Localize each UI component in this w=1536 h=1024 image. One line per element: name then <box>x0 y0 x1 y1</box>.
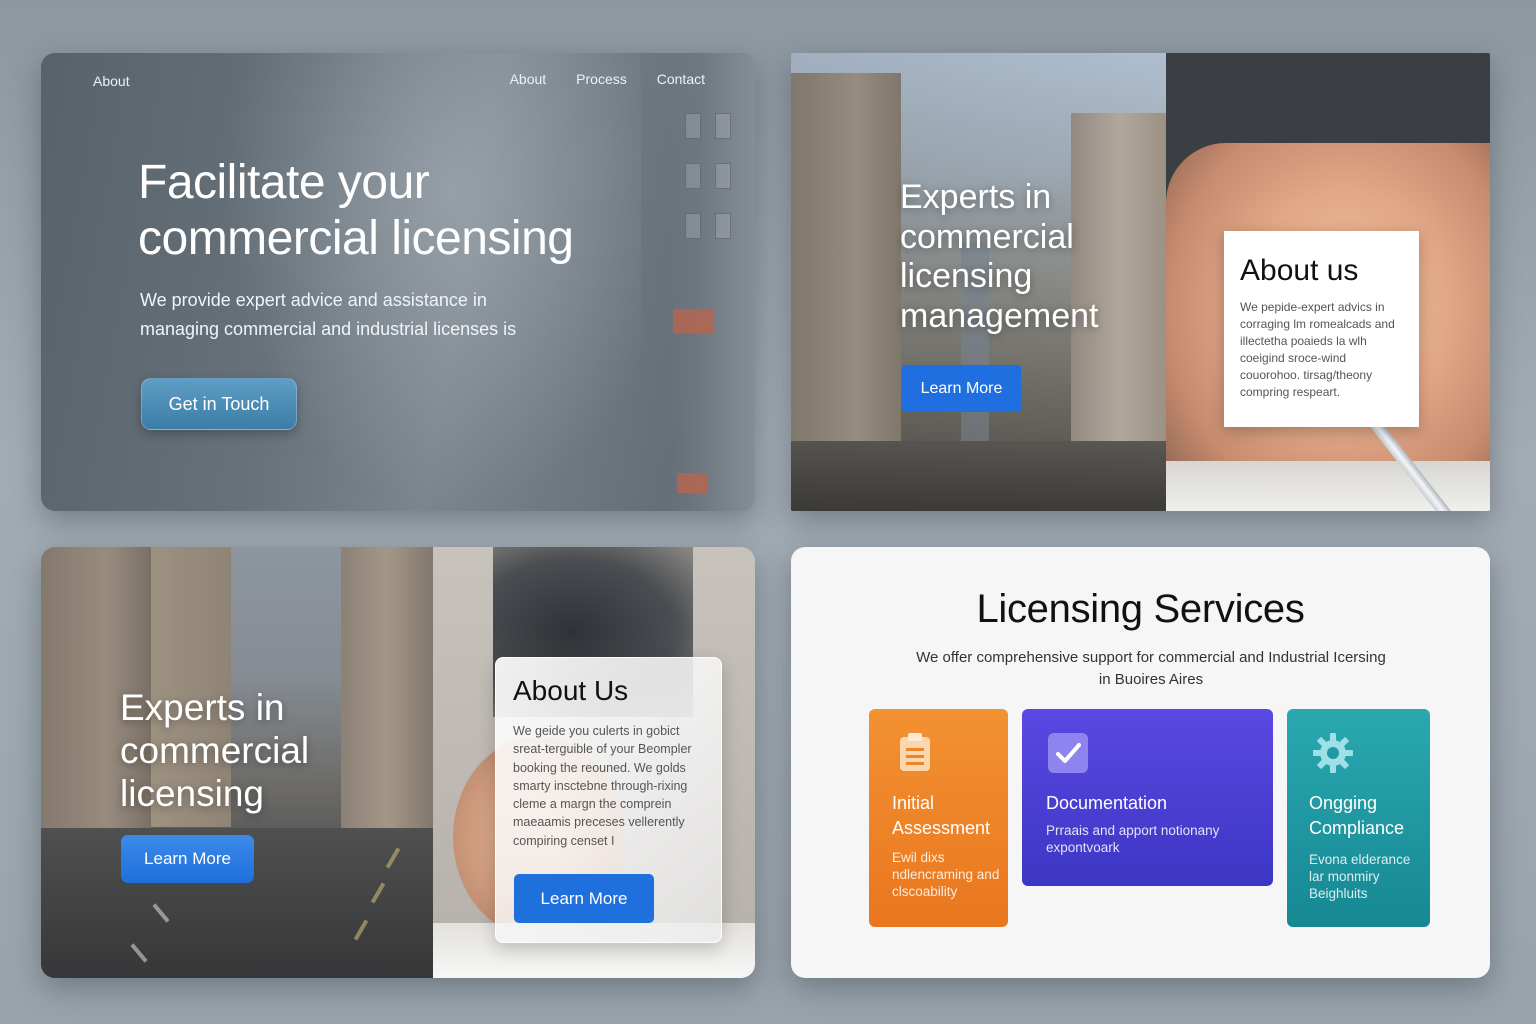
nav-process[interactable]: Process <box>576 71 627 87</box>
hero-subtitle: We provide expert advice and assistance … <box>140 290 517 339</box>
hero-panel-3: Experts in commercial licensing Learn Mo… <box>41 547 755 978</box>
hero-panel-1: About About Process Contact Facilitate y… <box>41 53 755 511</box>
panel2-title: Experts in commercial licensing manageme… <box>900 178 1099 335</box>
about-title: About us <box>1240 254 1359 287</box>
card-text: Ewil dixs ndlencraming and clscoability <box>892 850 1000 899</box>
check-square-icon <box>1048 733 1088 773</box>
about-card: About Us We geide you culerts in gobict … <box>495 657 722 943</box>
nav-about[interactable]: About <box>510 71 547 87</box>
card-text: Evona elderance lar monmiry Beighluits <box>1309 852 1411 901</box>
about-learn-more-button[interactable]: Learn More <box>514 874 654 923</box>
about-text: We pepide-expert advics in corraging lm … <box>1240 300 1395 399</box>
card-title: Documentation <box>1046 793 1168 813</box>
service-card-documentation[interactable]: Documentation Prraais and apport notiona… <box>1022 709 1273 886</box>
service-card-ongoing-compliance[interactable]: Ongging Compliance Evona elderance lar m… <box>1287 709 1430 927</box>
about-card: About us We pepide-expert advics in corr… <box>1224 231 1419 427</box>
top-nav: About Process Contact <box>510 71 705 87</box>
about-text: We geide you culerts in gobict sreat-ter… <box>513 724 692 848</box>
building-image <box>665 53 755 511</box>
learn-more-button[interactable]: Learn More <box>902 365 1021 412</box>
service-card-initial-assessment[interactable]: Initial Assessment Ewil dixs ndlencramin… <box>869 709 1008 927</box>
hero-panel-2: Experts in commercial licensing manageme… <box>791 53 1490 511</box>
card-title: Initial Assessment <box>892 793 991 838</box>
gear-icon <box>1313 733 1353 773</box>
clipboard-icon <box>900 733 930 771</box>
learn-more-button[interactable]: Learn More <box>121 835 254 883</box>
services-panel: Licensing Services We offer comprehensiv… <box>791 547 1490 978</box>
services-subtitle: We offer comprehensive support for comme… <box>916 649 1386 688</box>
nav-contact[interactable]: Contact <box>657 71 705 87</box>
get-in-touch-button[interactable]: Get in Touch <box>141 378 297 430</box>
hero-title: Facilitate your commercial licensing <box>138 156 574 265</box>
background-glow <box>221 53 641 511</box>
card-title: Ongging Compliance <box>1309 793 1405 838</box>
nav-about-link[interactable]: About <box>93 73 130 89</box>
panel3-title: Experts in commercial licensing <box>120 687 310 814</box>
services-title: Licensing Services <box>976 587 1305 631</box>
about-title: About Us <box>513 675 629 706</box>
card-text: Prraais and apport notionany expontvoark <box>1046 823 1220 855</box>
